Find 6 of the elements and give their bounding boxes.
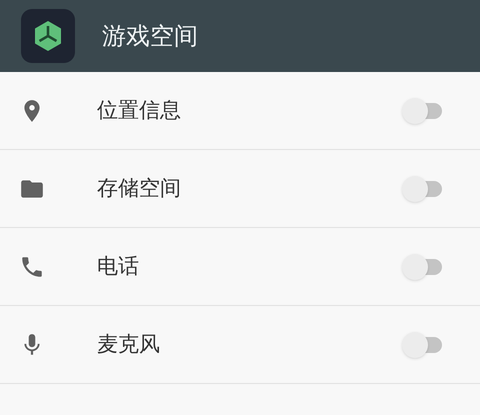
app-logo-icon xyxy=(21,9,75,63)
permission-label: 麦克风 xyxy=(97,330,161,358)
permission-label: 位置信息 xyxy=(97,96,182,124)
permission-label: 电话 xyxy=(97,252,140,280)
permission-label: 存储空间 xyxy=(97,174,182,202)
app-title: 游戏空间 xyxy=(102,21,198,52)
